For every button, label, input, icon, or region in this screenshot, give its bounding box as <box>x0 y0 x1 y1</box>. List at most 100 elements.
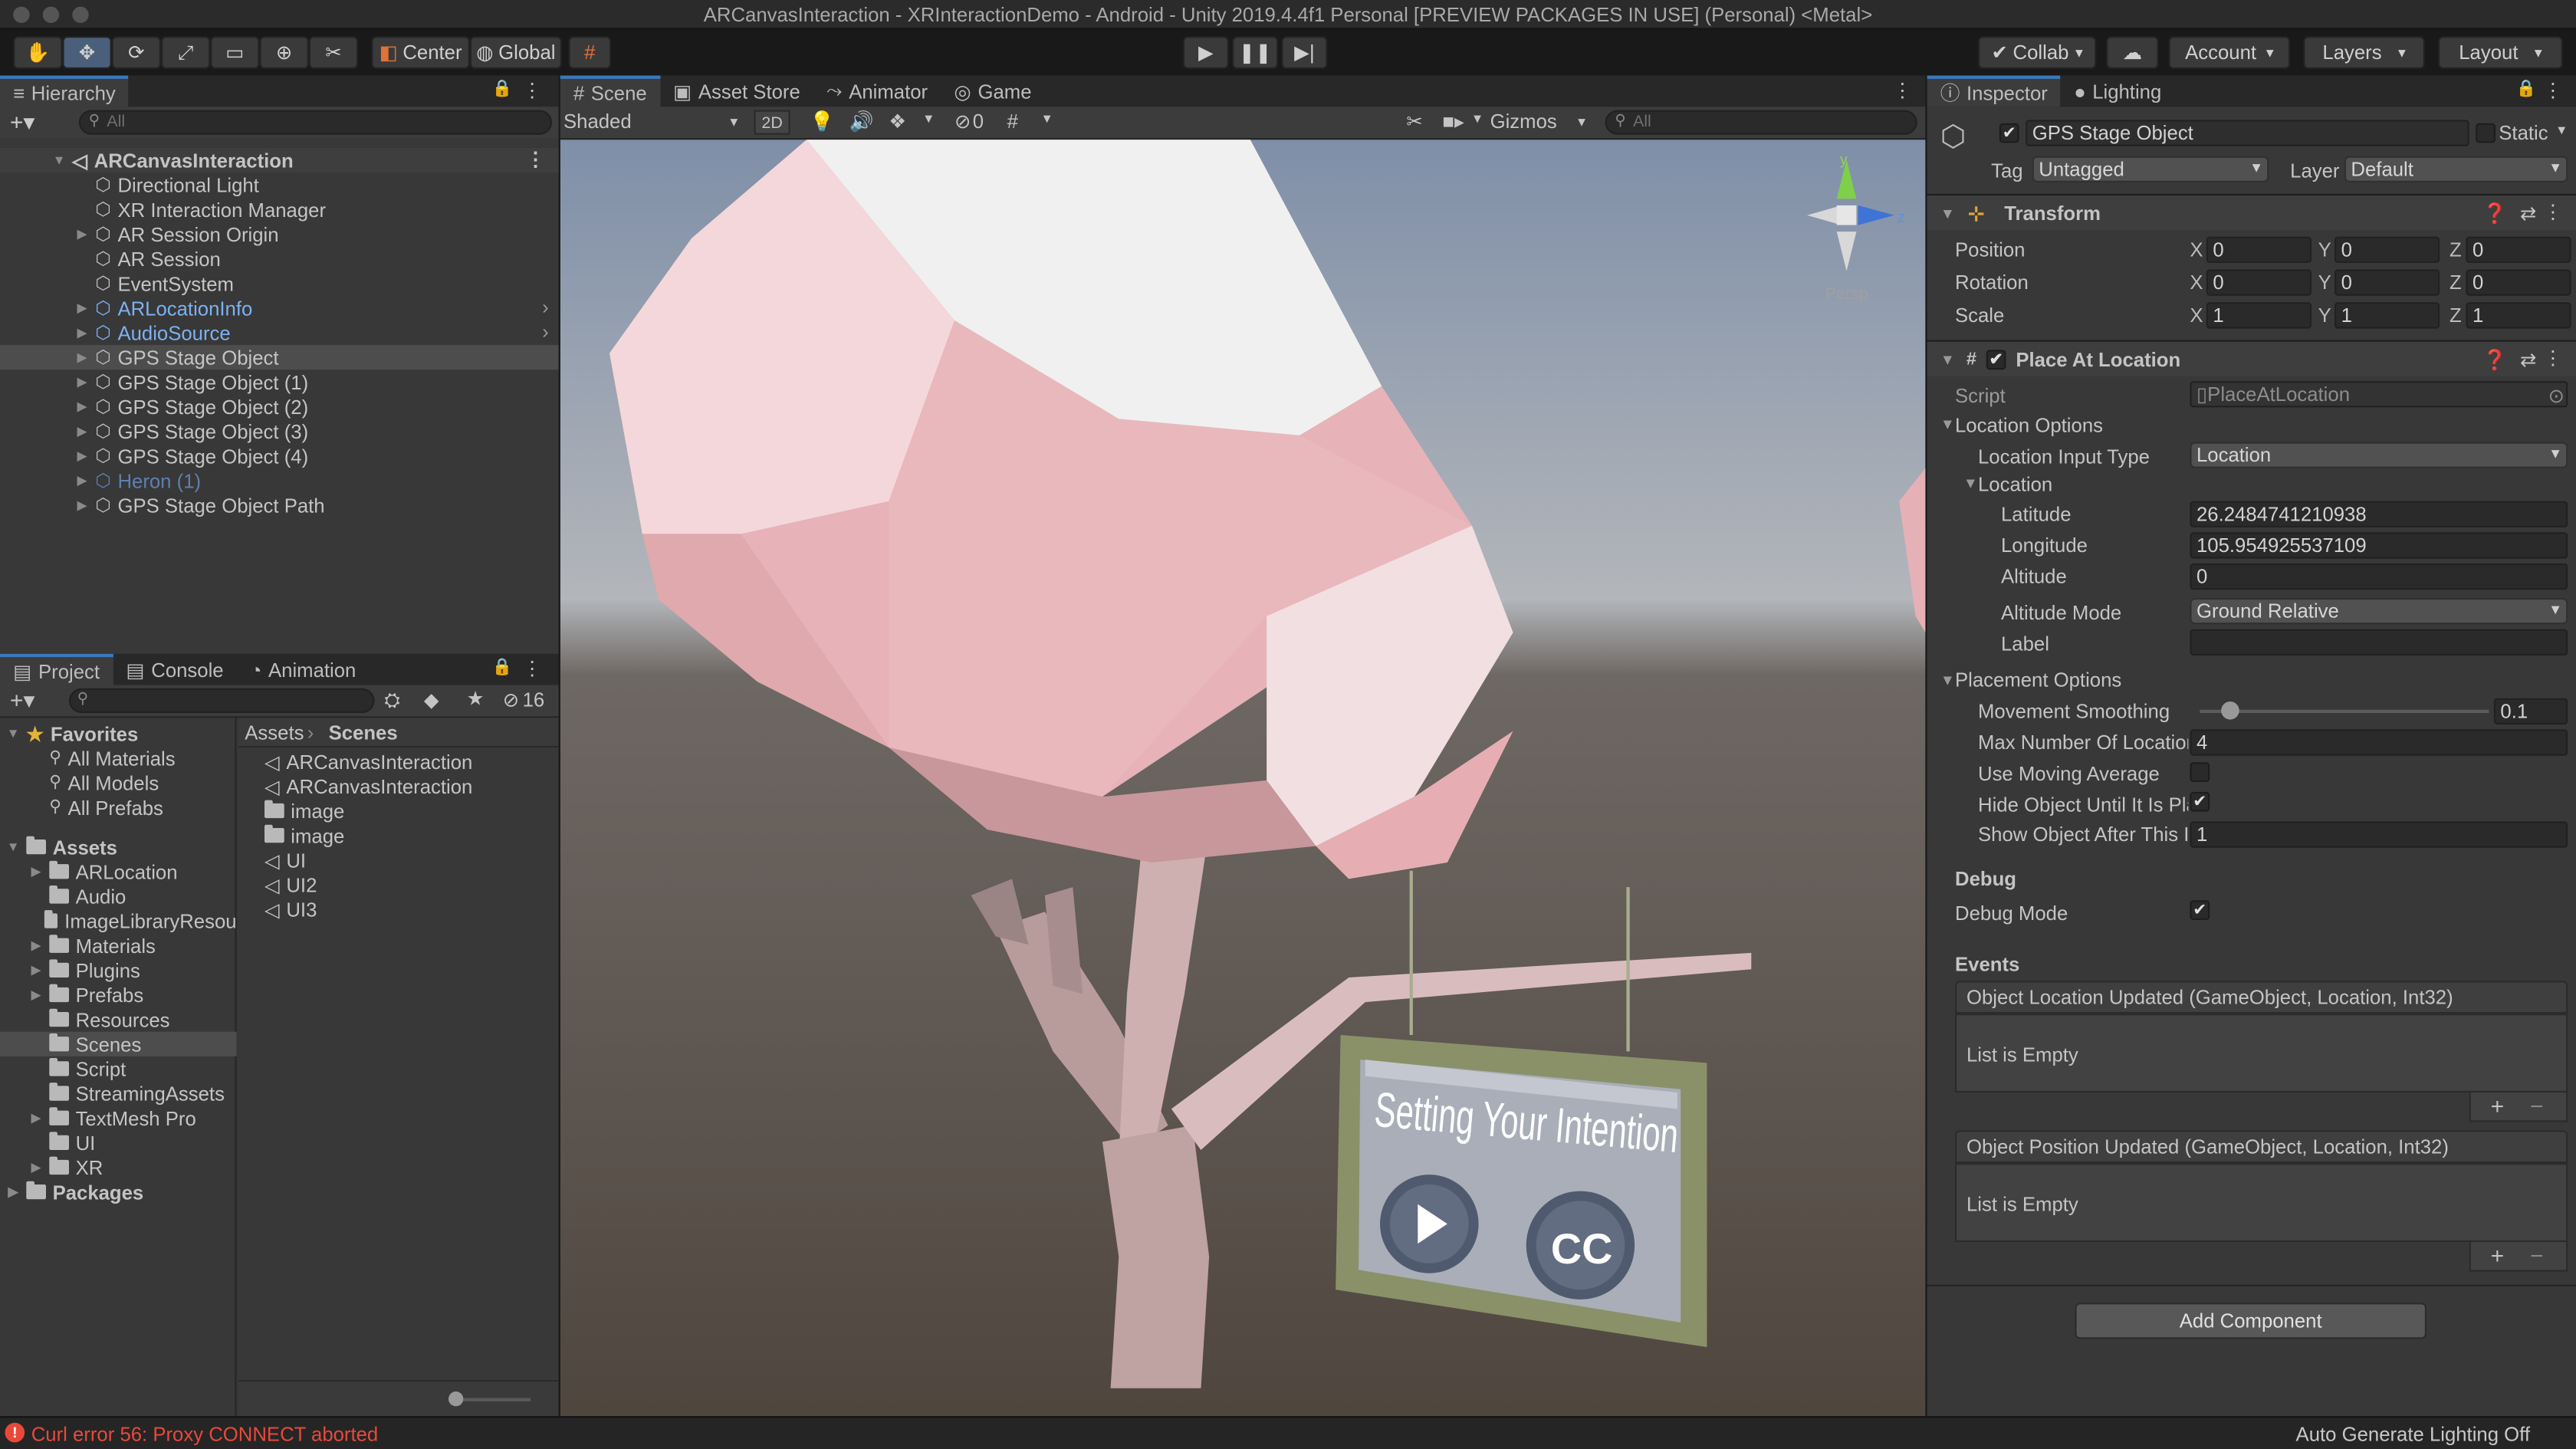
transform-tool-button[interactable]: ⊕ <box>259 36 309 69</box>
chevron-right-icon[interactable]: › <box>542 320 549 343</box>
transform-y-field[interactable]: 0 <box>2334 236 2440 263</box>
expand-arrow-icon[interactable]: ▶ <box>7 1184 20 1199</box>
more-options-icon[interactable]: ⋮ <box>2543 347 2563 370</box>
expand-arrow-icon[interactable]: ▶ <box>30 1160 43 1175</box>
transform-z-field[interactable]: 1 <box>2466 302 2571 329</box>
expand-arrow-icon[interactable]: ▶ <box>76 325 89 340</box>
grid-toggle-icon[interactable]: # <box>1007 110 1018 133</box>
axis-x-label[interactable]: X <box>2190 304 2203 327</box>
hierarchy-item[interactable]: ▶ ⬡ AR Session Origin <box>0 222 559 246</box>
remove-minus-icon[interactable]: − <box>2530 1092 2544 1119</box>
custom-tool-button[interactable]: ✂ <box>308 36 359 69</box>
assets-header[interactable]: ▼ Assets <box>7 835 117 859</box>
more-options-icon[interactable]: ⋮ <box>2543 79 2563 102</box>
scene-viewport[interactable]: Setting Your Intention CC y z Persp <box>560 140 1926 1417</box>
chevron-right-icon[interactable]: › <box>542 296 549 319</box>
hierarchy-item[interactable]: ▶ ⬡ AudioSource › <box>0 320 559 345</box>
hide-object-checkbox[interactable]: ✔ <box>2190 791 2210 812</box>
collab-dropdown[interactable]: ✔ Collab ▾ <box>1978 36 2097 69</box>
expand-arrow-icon[interactable]: ▶ <box>76 449 89 463</box>
component-enabled-checkbox[interactable]: ✔ <box>1986 349 2006 370</box>
asset-folder-item[interactable]: ImageLibraryResou <box>0 909 237 933</box>
static-checkbox[interactable] <box>2476 123 2496 143</box>
more-options-icon[interactable]: ⋮ <box>2543 200 2563 223</box>
presets-icon[interactable]: ⇄ <box>2520 202 2537 225</box>
project-file-item[interactable]: ◁ UI <box>264 848 306 872</box>
tag-dropdown[interactable]: Untagged <box>2032 156 2269 182</box>
expand-arrow-icon[interactable]: ▼ <box>53 153 66 167</box>
script-field[interactable]: ▯PlaceAtLocation <box>2190 381 2568 408</box>
scale-tool-button[interactable]: ⤢ <box>161 36 211 69</box>
cloud-button[interactable]: ☁ <box>2106 36 2159 69</box>
help-icon[interactable]: ❓ <box>2482 348 2507 371</box>
hierarchy-item[interactable]: ⬡ XR Interaction Manager <box>0 197 559 222</box>
favorite-item[interactable]: ⚲ All Materials <box>49 746 175 770</box>
expand-arrow-icon[interactable]: ▶ <box>76 375 89 389</box>
asset-folder-item[interactable]: ▶ Materials <box>0 933 237 958</box>
add-plus-icon[interactable]: + <box>2491 1242 2505 1268</box>
hidden-objects-toggle[interactable]: ⊘ 0 <box>955 110 984 133</box>
project-search-input[interactable] <box>69 688 375 713</box>
hidden-packages-toggle[interactable]: ⊘ 16 <box>503 688 544 711</box>
expand-arrow-icon[interactable]: ▶ <box>76 301 89 315</box>
remove-minus-icon[interactable]: − <box>2530 1242 2544 1268</box>
layout-dropdown[interactable]: Layout ▾ <box>2438 36 2563 69</box>
step-button[interactable]: ▶| <box>1281 36 1328 69</box>
tab-lighting[interactable]: ● Lighting <box>2061 76 2174 107</box>
movement-smoothing-slider-track[interactable] <box>2200 709 2489 713</box>
account-dropdown[interactable]: Account ▾ <box>2168 36 2291 69</box>
move-tool-button[interactable]: ✥ <box>62 36 112 69</box>
favorite-item[interactable]: ⚲ All Models <box>49 770 159 795</box>
filter-by-type-icon[interactable]: ⛭ <box>384 688 400 713</box>
favorites-header[interactable]: ▼ ★ Favorites <box>7 721 139 746</box>
space-toggle[interactable]: ◍ Global <box>469 36 562 69</box>
effects-toggle-icon[interactable]: ❖ <box>889 110 906 133</box>
use-moving-average-checkbox[interactable] <box>2190 762 2210 782</box>
tab-project[interactable]: ▤ Project <box>0 653 113 685</box>
chevron-down-icon[interactable]: ▾ <box>1043 110 1051 129</box>
hierarchy-item[interactable]: ⬡ Directional Light <box>0 172 559 197</box>
expand-arrow-icon[interactable]: ▼ <box>1940 351 1955 367</box>
axis-y-label[interactable]: Y <box>2318 304 2331 327</box>
project-file-item[interactable]: ◁ ARCanvasInteraction <box>264 774 472 798</box>
expand-arrow-icon[interactable]: ▼ <box>1940 205 1955 221</box>
2d-toggle[interactable]: 2D <box>754 110 790 135</box>
create-plus-icon[interactable]: +▾ <box>10 108 35 136</box>
lock-icon[interactable]: 🔒 <box>492 659 513 677</box>
lighting-toggle-icon[interactable]: 💡 <box>810 110 834 133</box>
expand-arrow-icon[interactable]: ▶ <box>76 399 89 414</box>
hierarchy-item[interactable]: ▶ ⬡ GPS Stage Object Path <box>0 493 559 518</box>
axis-x-label[interactable]: X <box>2190 271 2203 294</box>
axis-z-label[interactable]: Z <box>2450 238 2462 261</box>
expand-arrow-icon[interactable]: ▼ <box>7 840 20 854</box>
rect-tool-button[interactable]: ▭ <box>210 36 260 69</box>
snap-grid-button[interactable]: # <box>568 36 612 69</box>
asset-folder-item[interactable]: StreamingAssets <box>0 1081 237 1106</box>
hand-tool-button[interactable]: ✋ <box>13 36 63 69</box>
expand-arrow-icon[interactable]: ▶ <box>30 963 43 978</box>
lock-icon[interactable]: 🔒 <box>2516 80 2537 99</box>
expand-arrow-icon[interactable]: ▶ <box>76 424 89 439</box>
axis-z-label[interactable]: Z <box>2450 271 2462 294</box>
axis-z-label[interactable]: Z <box>2450 304 2462 327</box>
project-file-item[interactable]: ◁ UI3 <box>264 897 317 922</box>
hierarchy-item[interactable]: ▶ ⬡ GPS Stage Object (4) <box>0 444 559 468</box>
camera-icon[interactable]: ■▸ <box>1442 110 1464 133</box>
asset-folder-item[interactable]: Scenes <box>0 1031 237 1056</box>
expand-arrow-icon[interactable]: ▶ <box>76 473 89 488</box>
hierarchy-item[interactable]: ▶ ⬡ GPS Stage Object (3) <box>0 419 559 443</box>
expand-arrow-icon[interactable]: ▶ <box>30 987 43 1002</box>
more-options-icon[interactable]: ⋮ <box>522 79 542 102</box>
packages-header[interactable]: ▶ Packages <box>7 1180 144 1204</box>
asset-folder-item[interactable]: Script <box>0 1056 237 1081</box>
tab-console[interactable]: ▤ Console <box>113 654 237 685</box>
tab-inspector[interactable]: ⓘ Inspector <box>1927 75 2061 107</box>
add-plus-icon[interactable]: + <box>2491 1092 2505 1119</box>
transform-header[interactable]: ▼ ⊹ Transform ❓ ⇄ ⋮ <box>1927 193 2576 230</box>
tab-animator[interactable]: ⤳ Animator <box>813 76 941 107</box>
transform-z-field[interactable]: 0 <box>2466 236 2571 263</box>
play-button[interactable]: ▶ <box>1182 36 1229 69</box>
expand-arrow-icon[interactable]: ▼ <box>1940 416 1955 432</box>
expand-arrow-icon[interactable]: ▶ <box>76 498 89 512</box>
hierarchy-item[interactable]: ⬡ EventSystem <box>0 271 559 296</box>
